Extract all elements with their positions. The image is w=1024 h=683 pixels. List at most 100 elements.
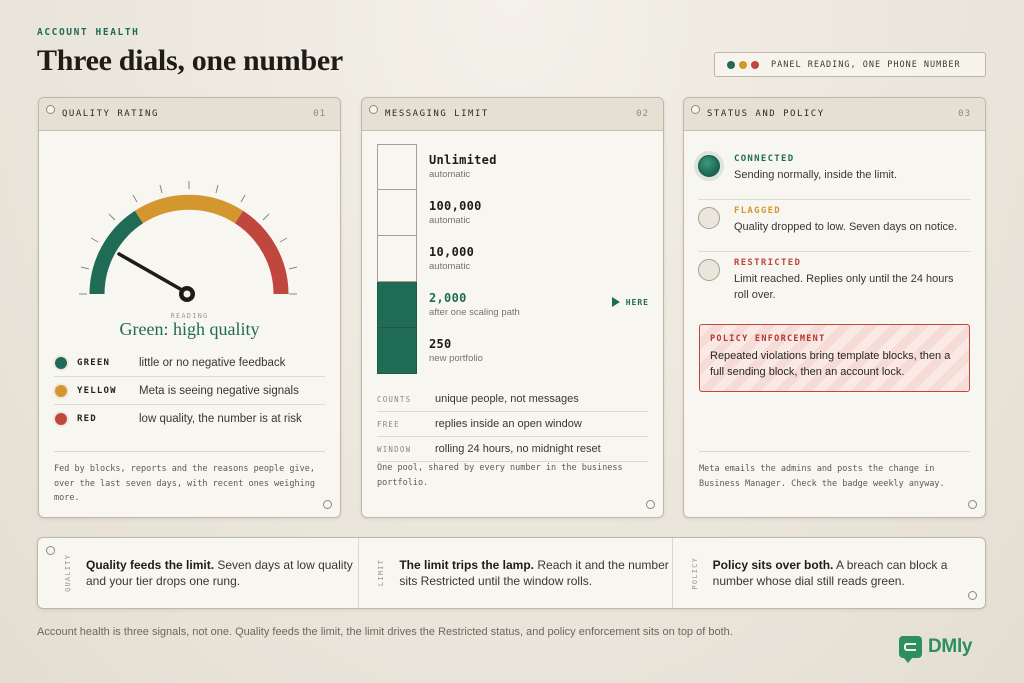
quality-level-red: RED low quality, the number is at risk <box>54 405 325 433</box>
page-title: Three dials, one number <box>37 44 343 77</box>
quality-levels: GREEN little or no negative feedback YEL… <box>54 349 325 433</box>
limit-card: MESSAGING LIMIT 02 Unlimited automatic 1… <box>361 97 664 518</box>
level-name: YELLOW <box>77 385 117 396</box>
summary-tag: LIMIT <box>377 559 386 587</box>
fact-row: COUNTS unique people, not messages <box>377 387 648 412</box>
tier-sub: automatic <box>429 169 471 180</box>
status-footer: Meta emails the admins and posts the cha… <box>699 451 970 491</box>
brand-logo: DMly <box>899 636 973 663</box>
gauge-arc-yellow <box>134 194 244 224</box>
ladder-rung <box>377 190 417 236</box>
tier-name: Unlimited <box>429 153 497 167</box>
gauge-arc-green <box>89 210 144 295</box>
quality-level-green: GREEN little or no negative feedback <box>54 349 325 377</box>
status-lamp-icon <box>698 155 720 177</box>
tier-250: 250 new portfolio <box>429 328 649 374</box>
screw-icon <box>691 105 700 114</box>
status-name: FLAGGED <box>734 206 782 216</box>
red-dot-icon <box>55 413 67 425</box>
status-desc: Limit reached. Replies only until the 24… <box>734 273 954 301</box>
yellow-dot-icon <box>55 384 67 397</box>
status-card: STATUS AND POLICY 03 CONNECTED Sending n… <box>683 97 986 518</box>
quality-card-number: 01 <box>313 109 326 119</box>
screw-icon <box>646 500 655 509</box>
summary-bold: Policy sits over both. <box>712 558 834 572</box>
summary-limit: LIMIT The limit trips the lamp. Reach it… <box>358 538 671 608</box>
summary-quality: QUALITY Quality feeds the limit. Seven d… <box>38 538 358 608</box>
ladder-rung <box>377 236 417 282</box>
status-list: CONNECTED Sending normally, inside the l… <box>698 148 971 311</box>
here-marker: HERE <box>611 297 649 307</box>
tier-name: 100,000 <box>429 199 482 213</box>
limit-card-title: MESSAGING LIMIT <box>385 109 489 119</box>
tier-sub: after one scaling path <box>429 307 520 318</box>
level-name: GREEN <box>77 357 111 368</box>
level-desc: Meta is seeing negative signals <box>139 384 299 397</box>
policy-enforcement-box: POLICY ENFORCEMENT Repeated violations b… <box>699 324 970 392</box>
quality-reading: Green: high quality <box>119 319 260 339</box>
legend-dot-red <box>751 60 759 69</box>
tier-name: 10,000 <box>429 245 475 259</box>
screw-icon <box>968 591 977 600</box>
green-dot-icon <box>55 356 67 369</box>
summary-bold: The limit trips the lamp. <box>399 558 535 572</box>
limit-card-number: 02 <box>636 109 649 119</box>
here-label: HERE <box>625 297 649 307</box>
summary-strip: QUALITY Quality feeds the limit. Seven d… <box>37 537 986 609</box>
status-lamp-icon <box>698 207 720 229</box>
summary-bold: Quality feeds the limit. <box>86 558 215 572</box>
fact-row: FREE replies inside an open window <box>377 412 648 437</box>
brand-wordmark: DMly <box>928 636 973 657</box>
screw-icon <box>46 105 55 114</box>
page-caption: Account health is three signals, not one… <box>37 626 733 638</box>
fact-key: COUNTS <box>377 394 412 404</box>
tier-unlimited: Unlimited automatic <box>429 144 649 190</box>
summary-text: Policy sits over both. A breach can bloc… <box>713 557 985 589</box>
play-arrow-icon <box>611 297 620 307</box>
tier-sub: automatic <box>429 215 471 226</box>
status-name: RESTRICTED <box>734 258 802 268</box>
level-name: RED <box>77 414 97 424</box>
ladder-rung <box>377 144 417 190</box>
fact-value: replies inside an open window <box>435 418 582 430</box>
quality-footer: Fed by blocks, reports and the reasons p… <box>54 451 325 506</box>
summary-policy: POLICY Policy sits over both. A breach c… <box>671 538 985 608</box>
level-desc: little or no negative feedback <box>139 356 286 369</box>
quality-gauge <box>79 181 298 302</box>
chat-bubble-icon <box>899 636 922 663</box>
legend-dot-yellow <box>739 60 747 69</box>
summary-text: Quality feeds the limit. Seven days at l… <box>86 557 358 589</box>
ladder-rung-filled <box>377 282 417 328</box>
tier-10000: 10,000 automatic <box>429 236 649 282</box>
enforcement-body: Repeated violations bring template block… <box>710 350 951 378</box>
enforcement-title: POLICY ENFORCEMENT <box>710 334 826 344</box>
status-card-number: 03 <box>958 109 971 119</box>
screw-icon <box>369 105 378 114</box>
status-restricted: RESTRICTED Limit reached. Replies only u… <box>698 252 971 311</box>
fact-key: FREE <box>377 419 400 429</box>
status-desc: Sending normally, inside the limit. <box>734 169 898 181</box>
screw-icon <box>323 500 332 509</box>
gauge-arc-red <box>234 210 289 295</box>
status-lamp-icon <box>698 259 720 281</box>
limit-footer: One pool, shared by every number in the … <box>377 463 623 488</box>
eyebrow: ACCOUNT HEALTH <box>37 27 140 38</box>
ladder-rung-filled <box>377 328 417 374</box>
legend-dot-green <box>727 60 735 69</box>
tier-name: 250 <box>429 337 452 351</box>
limit-ladder <box>377 144 417 374</box>
tier-sub: new portfolio <box>429 353 483 364</box>
status-card-title: STATUS AND POLICY <box>707 109 825 119</box>
level-desc: low quality, the number is at risk <box>139 413 302 425</box>
status-connected: CONNECTED Sending normally, inside the l… <box>698 148 971 200</box>
limit-card-header: MESSAGING LIMIT 02 <box>362 98 663 131</box>
fact-value: unique people, not messages <box>435 393 579 405</box>
gauge-needle <box>117 252 191 296</box>
tier-sub: automatic <box>429 261 471 272</box>
tier-list: Unlimited automatic 100,000 automatic 10… <box>429 144 649 374</box>
tier-100000: 100,000 automatic <box>429 190 649 236</box>
screw-icon <box>968 500 977 509</box>
tier-2000: 2,000 after one scaling path HERE <box>429 282 649 328</box>
status-flagged: FLAGGED Quality dropped to low. Seven da… <box>698 200 971 252</box>
quality-card-header: QUALITY RATING 01 <box>39 98 340 131</box>
